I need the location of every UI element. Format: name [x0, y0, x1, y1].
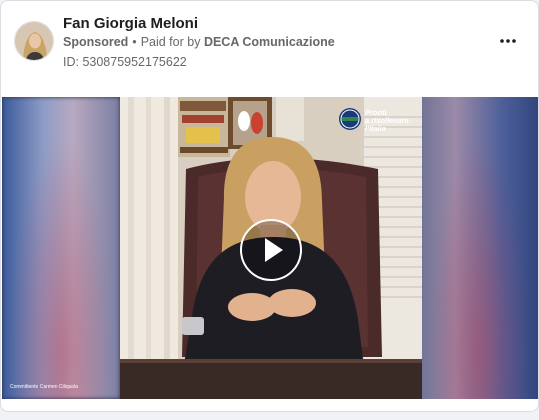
- blurred-background-left: [2, 97, 120, 399]
- sponsor-line: Sponsored • Paid for by DECA Comunicazione: [63, 35, 335, 49]
- paid-for-prefix: Paid for by: [140, 35, 201, 49]
- more-options-button[interactable]: [496, 31, 520, 51]
- video-caption: Committente Carmen Ciliquola: [10, 384, 79, 390]
- video-media[interactable]: Pronti a risollevare l'Italia Committent…: [2, 97, 538, 399]
- blurred-background-right: [420, 97, 538, 399]
- play-button[interactable]: [240, 219, 302, 281]
- badge-line-3: l'Italia: [365, 124, 386, 133]
- ad-id: ID: 530875952175622: [63, 55, 187, 69]
- page-avatar[interactable]: [14, 21, 54, 61]
- payer-name: DECA Comunicazione: [203, 35, 335, 49]
- ad-card: Fan Giorgia Meloni Sponsored • Paid for by…: [0, 0, 539, 412]
- ad-header: Fan Giorgia Meloni Sponsored • Paid for by…: [1, 1, 538, 97]
- play-icon: [265, 238, 283, 262]
- sponsored-label: Sponsored: [63, 35, 129, 49]
- separator-dot: •: [132, 35, 137, 49]
- more-options-icon: [500, 39, 516, 43]
- video-badge-text: Pronti a risollevare l'Italia: [365, 109, 422, 133]
- page-name[interactable]: Fan Giorgia Meloni: [63, 15, 198, 32]
